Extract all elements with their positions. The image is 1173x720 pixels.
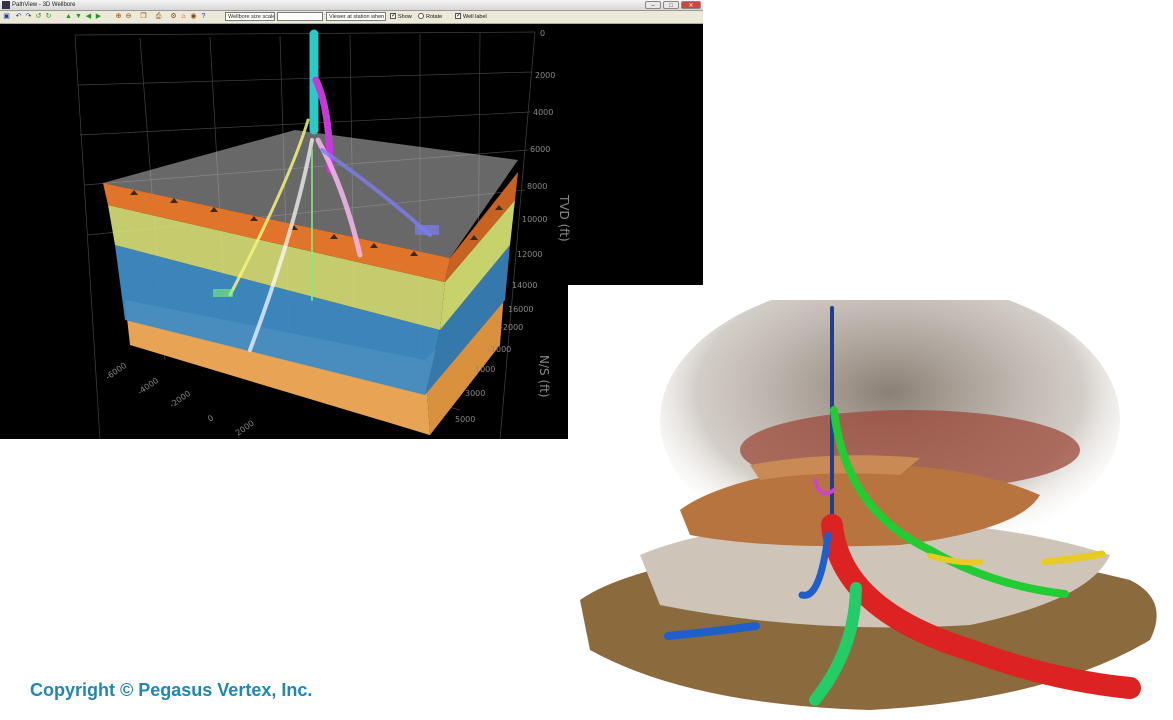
save-icon[interactable]: ▣ (3, 13, 10, 20)
copyright-text: Copyright © Pegasus Vertex, Inc. (30, 680, 313, 700)
tvd-tick: 4000 (533, 108, 553, 117)
ns-tick: 1000 (475, 365, 495, 374)
arrow-down-icon[interactable]: ▼ (75, 13, 82, 20)
tvd-tick: 14000 (512, 281, 537, 290)
ew-tick: -2000 (168, 389, 192, 410)
ns-tick: -2000 (500, 323, 523, 332)
ew-tick: -4000 (136, 376, 160, 397)
ew-tick: 2000 (234, 419, 256, 438)
app-window: 0 2000 4000 6000 8000 10000 12000 14000 … (0, 0, 703, 439)
arrow-right-icon[interactable]: ▶ (95, 13, 102, 20)
ew-tick: 0 (206, 413, 215, 423)
ns-tick: 5000 (455, 415, 475, 424)
ns-tick: 3000 (465, 389, 485, 398)
undo-icon[interactable]: ↶ (15, 13, 22, 20)
scale-input[interactable] (277, 12, 323, 21)
maximize-button[interactable]: □ (663, 1, 679, 9)
multilateral-well-illustration (580, 300, 1157, 710)
view-mode-select[interactable]: Wellbore size scale (225, 12, 275, 21)
zoom-in-icon[interactable]: ⊕ (115, 13, 122, 20)
tvd-tick: 0 (540, 29, 545, 38)
tvd-tick: 16000 (508, 305, 533, 314)
zoom-out-icon[interactable]: ⊖ (125, 13, 132, 20)
arrow-up-icon[interactable]: ▲ (65, 13, 72, 20)
close-button[interactable]: ✕ (681, 1, 701, 9)
tvd-tick: 6000 (530, 145, 550, 154)
arrow-left-icon[interactable]: ◀ (85, 13, 92, 20)
home-icon[interactable]: ⌂ (180, 13, 187, 20)
window-title: PathView - 3D Wellbore (12, 2, 76, 8)
toolbar: ▣ ↶ ↷ ↺ ↻ ▲ ▼ ◀ ▶ ⊕ ⊖ ❐ ⎙ ⚙ ⌂ ◉ ? Wellbo… (0, 11, 703, 24)
redo-icon[interactable]: ↷ (25, 13, 32, 20)
ns-tick: -1000 (488, 345, 511, 354)
minimize-button[interactable]: – (645, 1, 661, 9)
tvd-axis: 0 2000 4000 6000 8000 10000 12000 14000 … (508, 29, 571, 314)
show-checkbox[interactable]: ✓ (390, 13, 396, 19)
app-icon (2, 1, 10, 9)
title-bar[interactable]: PathView - 3D Wellbore – □ ✕ (0, 0, 703, 11)
rotate-radio[interactable] (418, 13, 424, 19)
rotate-right-icon[interactable]: ↻ (45, 13, 52, 20)
help-icon[interactable]: ? (200, 13, 207, 20)
display-select[interactable]: Viewer at station when (326, 12, 386, 21)
well-label-marker (415, 225, 439, 235)
rotate-label: Rotate (426, 14, 443, 20)
tvd-tick: 2000 (535, 71, 555, 80)
camera-icon[interactable]: ◉ (190, 13, 197, 20)
ns-axis-label: N/S (ft) (537, 355, 551, 398)
tvd-tick: 12000 (517, 250, 542, 259)
well-label-marker (213, 289, 233, 297)
well-label-label: Well label (463, 14, 487, 20)
show-label: Show (398, 14, 412, 20)
tvd-tick: 8000 (527, 182, 547, 191)
copy-icon[interactable]: ❐ (140, 13, 147, 20)
print-icon[interactable]: ⎙ (155, 13, 162, 20)
tvd-tick: 10000 (522, 215, 547, 224)
ew-tick: -6000 (104, 361, 128, 382)
tvd-axis-label: TVD (ft) (557, 194, 571, 242)
settings-icon[interactable]: ⚙ (170, 13, 177, 20)
well-label-checkbox[interactable]: ✓ (455, 13, 461, 19)
rotate-left-icon[interactable]: ↺ (35, 13, 42, 20)
